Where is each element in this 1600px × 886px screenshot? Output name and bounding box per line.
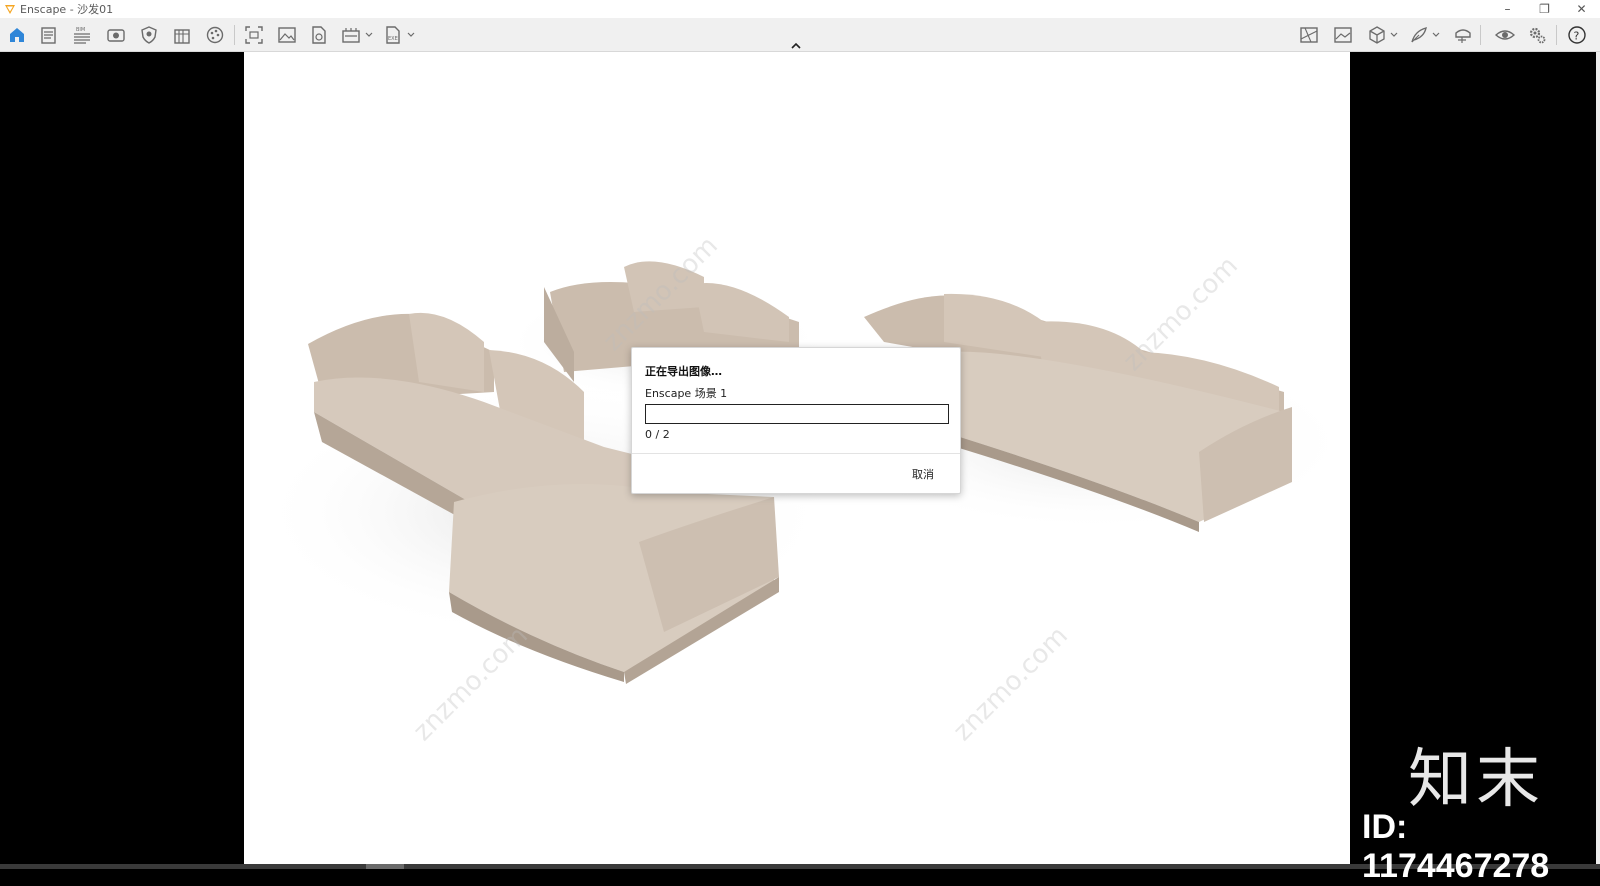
help-icon[interactable]: ? <box>1566 24 1588 46</box>
dialog-divider <box>632 453 960 454</box>
settings-icon[interactable] <box>1526 24 1548 46</box>
building-icon[interactable] <box>171 24 193 46</box>
znzmo-logo: 知末 <box>1408 743 1544 817</box>
enscape-logo-icon <box>5 5 15 14</box>
exe-export-icon[interactable]: EXE <box>382 24 404 46</box>
cancel-button[interactable]: 取消 <box>912 466 934 482</box>
toolbar-separator <box>234 25 235 45</box>
eye-icon[interactable] <box>1494 24 1516 46</box>
palette-icon[interactable] <box>204 24 226 46</box>
restore-icon[interactable]: ❐ <box>1526 0 1563 18</box>
toolbar-separator <box>1556 25 1557 45</box>
home-icon[interactable] <box>6 24 28 46</box>
progress-count: 0 / 2 <box>645 428 670 441</box>
picture-icon[interactable] <box>1332 24 1354 46</box>
vr-headset-icon[interactable] <box>1452 24 1474 46</box>
bim-icon[interactable]: BIM <box>71 24 93 46</box>
watermark-text: znzmo.com <box>948 621 1074 747</box>
progress-bar <box>645 404 949 424</box>
minimize-icon[interactable]: – <box>1489 0 1526 18</box>
chevron-down-icon[interactable] <box>1432 30 1440 40</box>
bottom-bar <box>0 864 1600 869</box>
export-progress-dialog: 正在导出图像… Enscape 场景 1 0 / 2 取消 <box>631 347 961 494</box>
screenshot-icon[interactable] <box>243 24 265 46</box>
collapse-toolbar-chevron-icon[interactable] <box>789 41 803 51</box>
batch-render-icon[interactable] <box>340 24 362 46</box>
title-bar: Enscape - 沙发01 – ❐ ✕ <box>0 0 1600 18</box>
right-panel-edge <box>1596 52 1600 864</box>
document-icon[interactable] <box>38 24 60 46</box>
svg-text:?: ? <box>1574 30 1580 43</box>
shield-icon[interactable] <box>138 24 160 46</box>
scene-label: Enscape 场景 1 <box>645 387 728 400</box>
chevron-down-icon[interactable] <box>1390 30 1398 40</box>
image-icon[interactable] <box>276 24 298 46</box>
window-title: Enscape - 沙发01 <box>20 3 114 16</box>
chevron-down-icon[interactable] <box>407 30 415 40</box>
watermark-text: znzmo.com <box>408 621 534 747</box>
view-icon[interactable] <box>105 24 127 46</box>
feather-icon[interactable] <box>1408 24 1430 46</box>
dialog-title: 正在导出图像… <box>645 365 722 378</box>
file-export-icon[interactable] <box>308 24 330 46</box>
asset-id-label: ID: 1174467278 <box>1362 808 1550 885</box>
window-controls: – ❐ ✕ <box>1489 0 1600 18</box>
svg-text:BIM: BIM <box>76 27 85 33</box>
cube-icon[interactable] <box>1366 24 1388 46</box>
toolbar-separator <box>1480 25 1481 45</box>
svg-text:EXE: EXE <box>388 36 398 42</box>
map-icon[interactable] <box>1298 24 1320 46</box>
bottom-tab[interactable] <box>366 864 404 869</box>
chevron-down-icon[interactable] <box>365 30 373 40</box>
close-icon[interactable]: ✕ <box>1563 0 1600 18</box>
